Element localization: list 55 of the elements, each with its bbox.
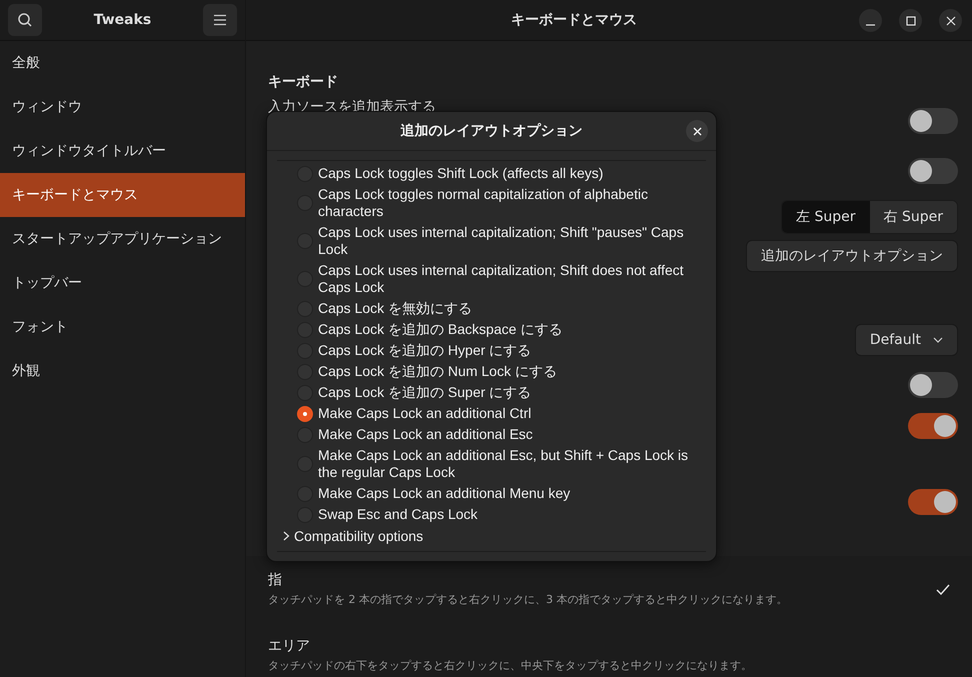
- radio-option[interactable]: Make Caps Lock an additional Ctrl: [277, 403, 706, 424]
- radio-option[interactable]: Caps Lock を追加の Super にする: [277, 382, 706, 403]
- radio-option[interactable]: Caps Lock toggles Shift Lock (affects all keys): [277, 163, 706, 184]
- option-description: タッチパッドを 2 本の指でタップすると右クリックに、3 本の指でタップすると中クリックになります。: [268, 592, 788, 607]
- minimize-icon: [866, 24, 875, 26]
- list-option[interactable]: 指 タッチパッドを 2 本の指でタップすると右クリックに、3 本の指でタップすると中クリックになります。: [268, 556, 972, 622]
- window-title: キーボードとマウス: [511, 11, 637, 29]
- caret-icon: [933, 337, 943, 343]
- sidebar-item[interactable]: スタートアップアプリケーション: [0, 217, 245, 261]
- menu-button[interactable]: [203, 4, 237, 36]
- dialog-title: 追加のレイアウトオプション: [400, 122, 582, 140]
- radio-option[interactable]: Caps Lock を追加の Backspace にする: [277, 319, 706, 340]
- segment-button[interactable]: 左 Super: [782, 201, 870, 233]
- expander-row[interactable]: Compatibility options: [277, 527, 424, 544]
- toggle-switch[interactable]: [908, 489, 958, 515]
- list-option[interactable]: エリア タッチパッドの右下をタップすると右クリックに、中央下をタップすると中クリックになります。: [268, 622, 972, 677]
- radio-option[interactable]: Caps Lock を追加の Num Lock にする: [277, 361, 706, 382]
- sidebar-item[interactable]: キーボードとマウス: [0, 173, 245, 217]
- app-title: Tweaks: [94, 12, 152, 28]
- radio-option[interactable]: Make Caps Lock an additional Menu key: [277, 483, 706, 504]
- radio-option[interactable]: Caps Lock uses internal capitalization; Shift does not affect Caps Lock: [277, 260, 706, 298]
- sidebar-item[interactable]: 外観: [0, 349, 245, 393]
- menu-icon: [213, 14, 227, 26]
- close-button[interactable]: [686, 120, 708, 142]
- toggle-switch[interactable]: [908, 413, 958, 439]
- option-title: エリア: [268, 637, 311, 655]
- sidebar-item[interactable]: 全般: [0, 41, 245, 85]
- radio-option[interactable]: Caps Lock を追加の Hyper にする: [277, 340, 706, 361]
- dropdown[interactable]: Default: [854, 324, 958, 356]
- toggle-switch[interactable]: [908, 158, 958, 184]
- section-title: キーボード: [268, 73, 339, 92]
- close-button[interactable]: [939, 9, 962, 32]
- sidebar-item[interactable]: トップバー: [0, 261, 245, 305]
- radio-option[interactable]: Caps Lock uses internal capitalization; Shift "pauses" Caps Lock: [277, 222, 706, 260]
- search-button[interactable]: [8, 4, 42, 36]
- radio-option[interactable]: Caps Lock を無効にする: [277, 298, 706, 319]
- radio-option[interactable]: Make Caps Lock an additional Esc, but Shift + Caps Lock is the regular Caps Lock: [277, 445, 706, 483]
- sidebar-item[interactable]: ウィンドウ: [0, 85, 245, 129]
- search-icon: [17, 12, 33, 28]
- toggle-switch[interactable]: [908, 372, 958, 398]
- radio-option[interactable]: Swap Esc and Caps Lock: [277, 504, 706, 525]
- layout-options-button[interactable]: 追加のレイアウトオプション: [746, 240, 958, 272]
- close-icon: [946, 16, 956, 26]
- sidebar-item[interactable]: フォント: [0, 305, 245, 349]
- radio-option[interactable]: Make Caps Lock an additional Esc: [277, 424, 706, 445]
- minimize-button[interactable]: [859, 9, 882, 32]
- radio-button[interactable]: [297, 406, 313, 422]
- maximize-button[interactable]: [899, 9, 922, 32]
- radio-option[interactable]: Caps Lock toggles normal capitalization of alphabetic characters: [277, 184, 706, 222]
- close-icon: [692, 126, 702, 136]
- sidebar-item[interactable]: ウィンドウタイトルバー: [0, 129, 245, 173]
- maximize-icon: [906, 16, 916, 26]
- toggle-switch[interactable]: [908, 108, 958, 134]
- option-title: 指: [268, 571, 283, 589]
- option-description: タッチパッドの右下をタップすると右クリックに、中央下をタップすると中クリックになります。: [268, 658, 753, 673]
